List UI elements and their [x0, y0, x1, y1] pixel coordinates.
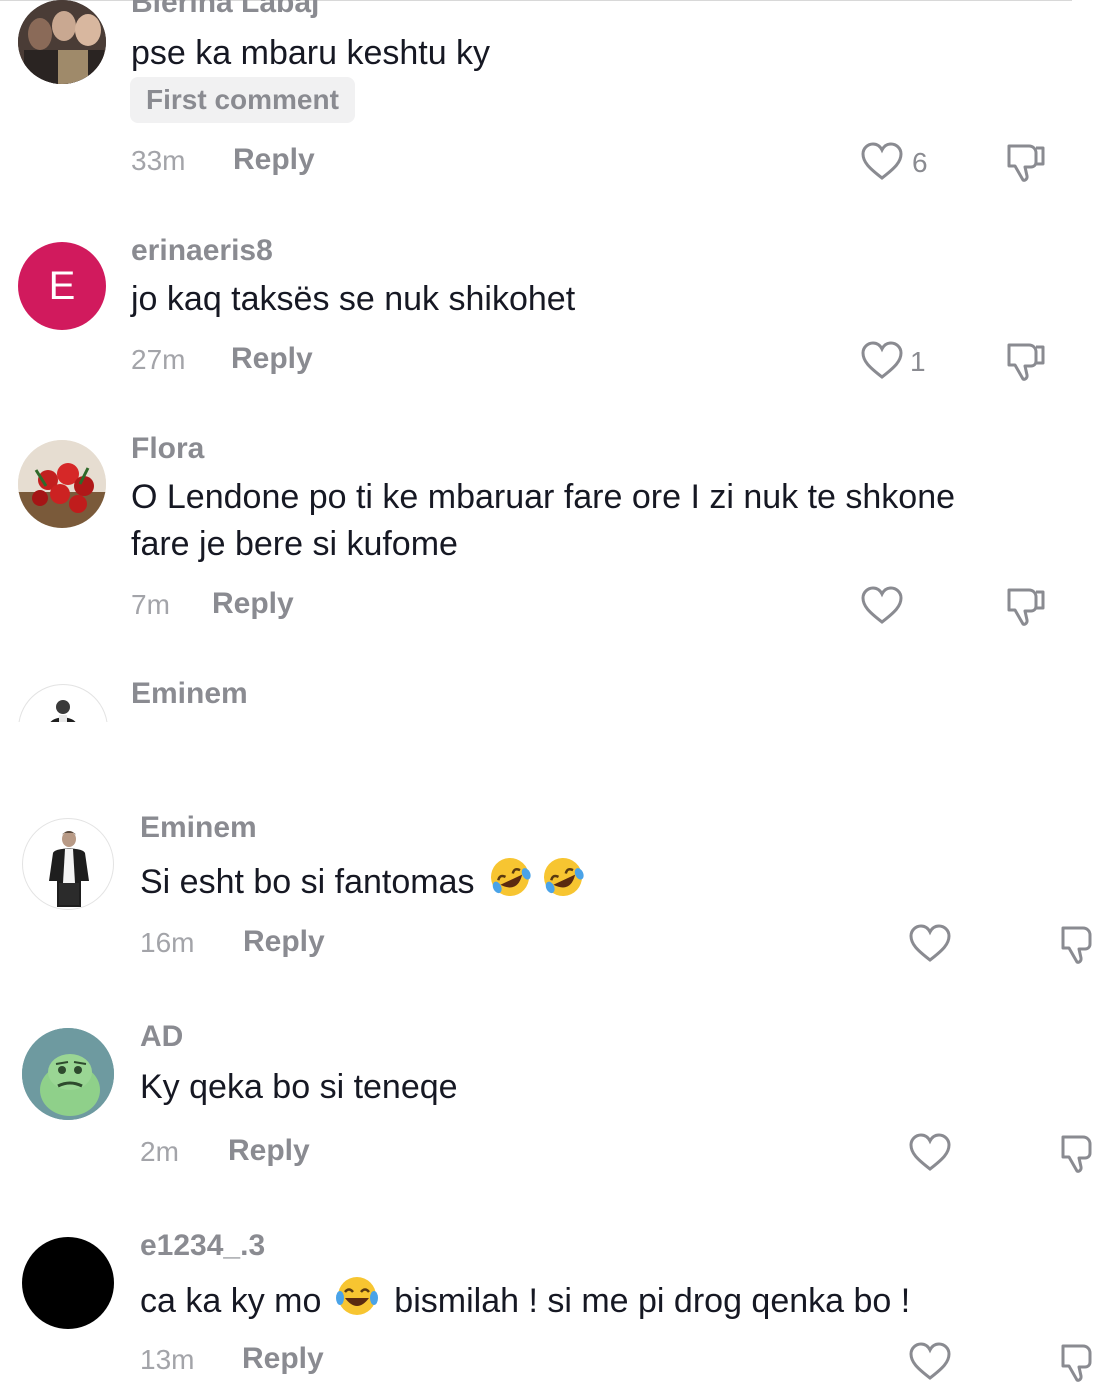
comment-time: 2m	[140, 1136, 179, 1167]
comment-time: 16m	[140, 927, 195, 958]
avatar[interactable]	[18, 684, 108, 722]
reply-button[interactable]: Reply	[212, 587, 294, 621]
tears-of-joy-emoji	[335, 1277, 378, 1315]
comment-text-content: Si esht bo si fantomas	[140, 863, 475, 901]
heart-icon[interactable]	[861, 586, 903, 626]
avatar[interactable]	[22, 1237, 114, 1329]
comment-username[interactable]: Eminem	[140, 811, 257, 845]
dislike-icon[interactable]	[1003, 140, 1047, 184]
reply-button[interactable]: Reply	[228, 1134, 310, 1168]
comment-username[interactable]: e1234_.3	[140, 1229, 265, 1263]
dislike-icon[interactable]	[1057, 1131, 1097, 1175]
comment-text: pse ka mbaru keshtu ky	[131, 34, 491, 72]
comment-text-part-1: ca ka ky mo	[140, 1282, 322, 1320]
heart-icon[interactable]	[909, 1342, 951, 1382]
reply-button[interactable]: Reply	[243, 925, 325, 959]
avatar[interactable]	[18, 440, 106, 528]
comment-username[interactable]: Blerina Labaj	[131, 0, 319, 20]
heart-icon[interactable]	[909, 924, 951, 964]
comment-time: 27m	[131, 344, 186, 375]
comment-text: Ky qeka bo si teneqe	[140, 1068, 458, 1106]
comment-username[interactable]: Eminem	[131, 677, 248, 711]
comment-time: 7m	[131, 589, 170, 620]
comment-time: 33m	[131, 145, 186, 176]
dislike-icon[interactable]	[1057, 922, 1097, 966]
first-comment-badge: First comment	[130, 77, 355, 123]
avatar-letter: E	[48, 263, 76, 308]
comment-time: 13m	[140, 1344, 195, 1375]
heart-icon[interactable]	[861, 142, 903, 182]
heart-icon[interactable]	[909, 1133, 951, 1173]
rolling-laughing-emoji	[544, 858, 585, 896]
dislike-icon[interactable]	[1003, 339, 1047, 383]
comment-username[interactable]: Flora	[131, 432, 204, 466]
dislike-icon[interactable]	[1003, 584, 1047, 628]
like-count: 6	[912, 147, 928, 178]
heart-icon[interactable]	[861, 341, 903, 381]
comment-text: ca ka ky mo bismilah ! si me pi drog qen…	[140, 1274, 910, 1325]
reply-button[interactable]: Reply	[242, 1342, 324, 1376]
comment-text-part-2: bismilah ! si me pi drog qenka bo !	[394, 1282, 911, 1320]
avatar-clip	[18, 684, 108, 722]
comment-username[interactable]: AD	[140, 1020, 183, 1054]
avatar[interactable]: E	[18, 242, 106, 330]
avatar[interactable]	[22, 818, 114, 910]
rolling-laughing-emoji	[490, 858, 531, 896]
comment-username[interactable]: erinaeris8	[131, 234, 273, 268]
comment-text-line-1: O Lendone po ti ke mbaruar fare ore I zi…	[131, 478, 956, 516]
reply-button[interactable]: Reply	[233, 143, 315, 177]
avatar[interactable]	[22, 1028, 114, 1120]
comment-text-line-2: fare je bere si kufome	[131, 525, 458, 563]
like-count: 1	[910, 346, 926, 377]
reply-button[interactable]: Reply	[231, 342, 313, 376]
comment-text: Si esht bo si fantomas	[140, 855, 585, 906]
comment-text: jo kaq taksës se nuk shikohet	[131, 280, 576, 318]
avatar[interactable]	[18, 0, 106, 84]
dislike-icon[interactable]	[1057, 1340, 1097, 1384]
